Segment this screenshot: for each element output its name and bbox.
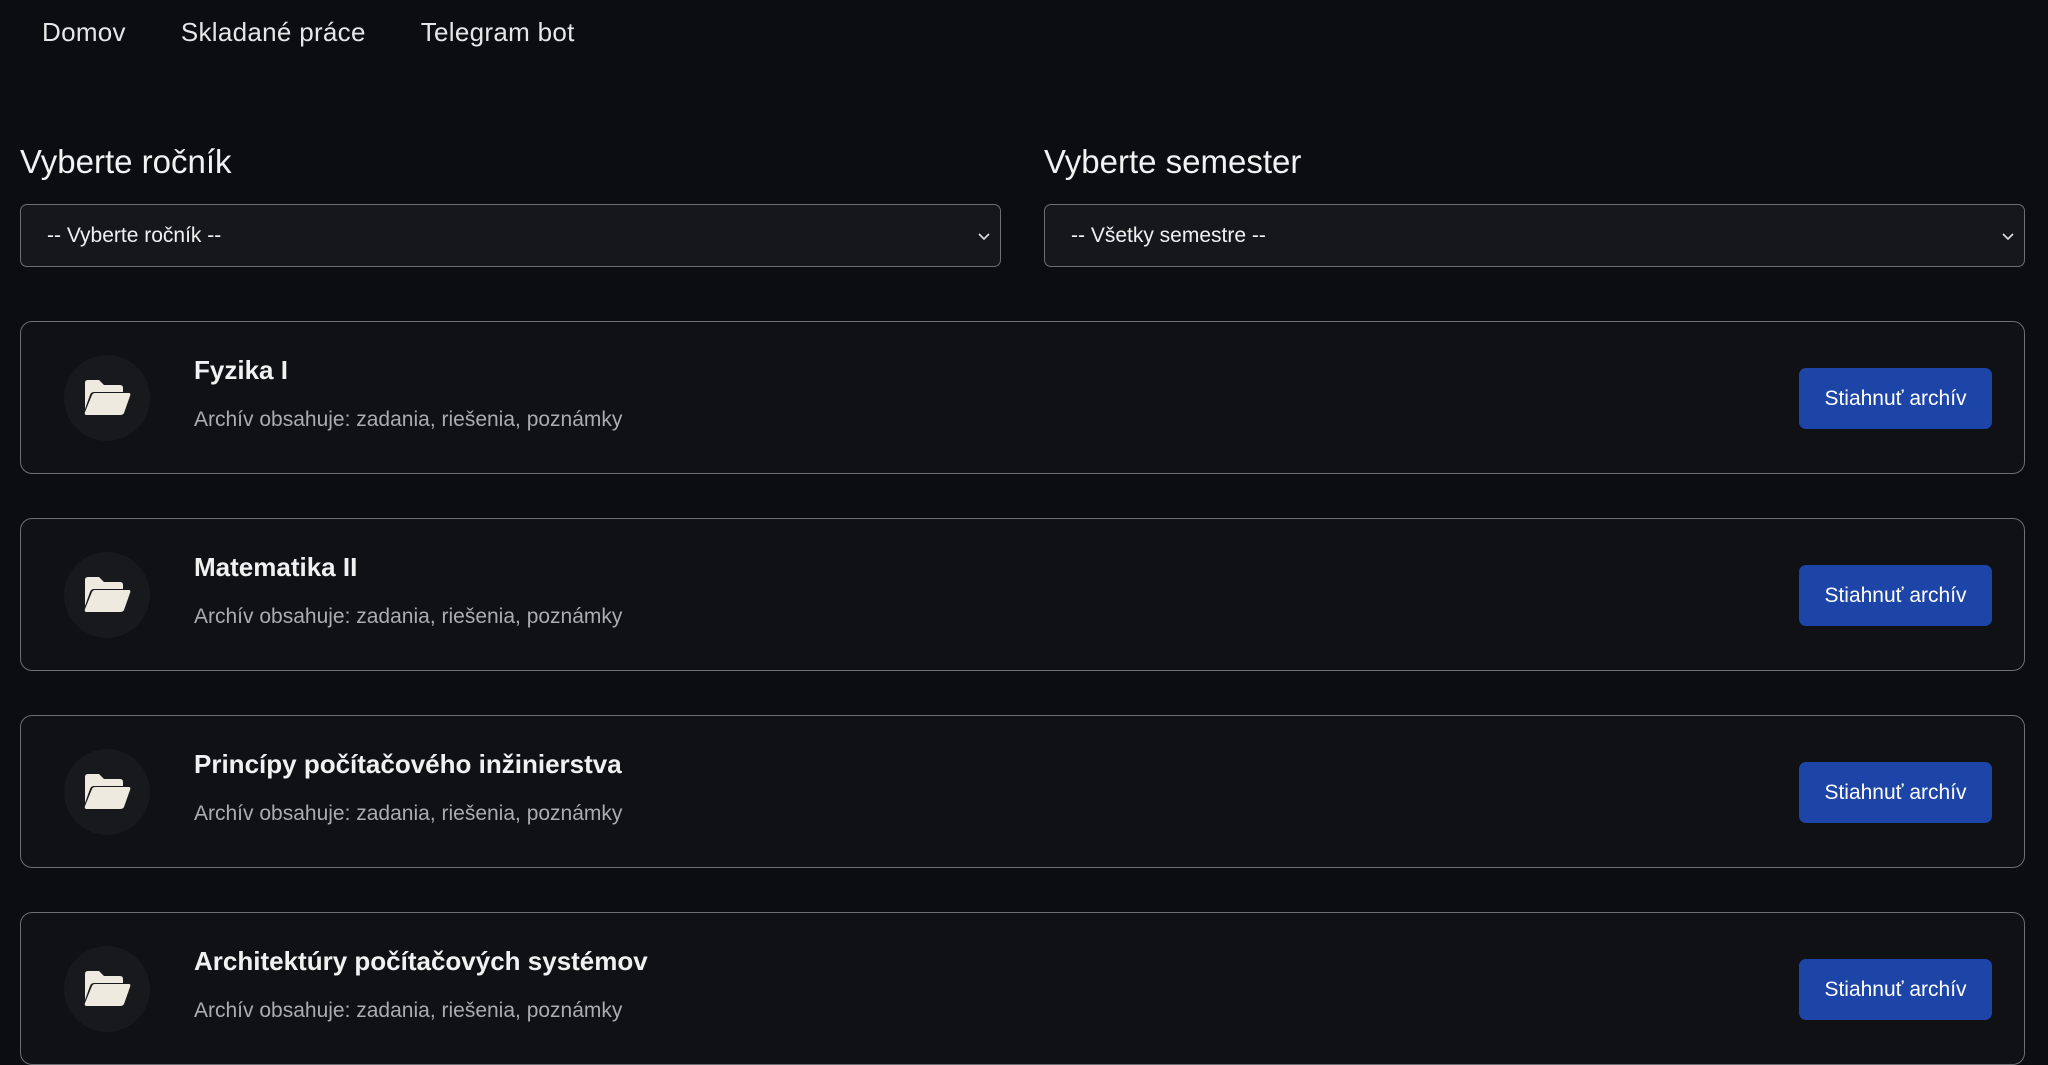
archive-list: Fyzika I Archív obsahuje: zadania, rieše… (20, 321, 2025, 1065)
semester-filter-label: Vyberte semester (1044, 143, 1302, 180)
archive-card: Architektúry počítačových systémov Archí… (20, 912, 2025, 1065)
download-archive-button[interactable]: Stiahnuť archív (1799, 762, 1992, 823)
year-filter: Vyberte ročník -- Vyberte ročník -- (20, 140, 1001, 267)
nav-link-telegram-bot[interactable]: Telegram bot (421, 17, 575, 48)
filters-section: Vyberte ročník -- Vyberte ročník -- Vybe… (20, 140, 2025, 267)
folder-open-icon (64, 749, 150, 835)
nav-link-home[interactable]: Domov (42, 17, 126, 48)
folder-open-icon (64, 552, 150, 638)
archive-card: Matematika II Archív obsahuje: zadania, … (20, 518, 2025, 671)
archive-description: Archív obsahuje: zadania, riešenia, pozn… (194, 999, 623, 1022)
semester-filter: Vyberte semester -- Všetky semestre -- (1044, 140, 2025, 267)
chevron-down-icon (2002, 232, 2014, 240)
archive-card: Fyzika I Archív obsahuje: zadania, rieše… (20, 321, 2025, 474)
download-archive-button[interactable]: Stiahnuť archív (1799, 959, 1992, 1020)
chevron-down-icon (978, 232, 990, 240)
archive-title: Architektúry počítačových systémov (194, 946, 648, 976)
archive-description: Archív obsahuje: zadania, riešenia, pozn… (194, 802, 623, 825)
archive-card: Princípy počítačového inžinierstva Archí… (20, 715, 2025, 868)
top-navigation: Domov Skladané práce Telegram bot (0, 0, 2048, 68)
year-select-value: -- Vyberte ročník -- (47, 223, 222, 247)
folder-open-icon (64, 355, 150, 441)
archive-description: Archív obsahuje: zadania, riešenia, pozn… (194, 408, 623, 431)
folder-open-icon (64, 946, 150, 1032)
archive-description: Archív obsahuje: zadania, riešenia, pozn… (194, 605, 623, 628)
download-archive-button[interactable]: Stiahnuť archív (1799, 565, 1992, 626)
semester-select-value: -- Všetky semestre -- (1071, 223, 1266, 247)
semester-select[interactable]: -- Všetky semestre -- (1044, 204, 2025, 267)
nav-link-assembled-works[interactable]: Skladané práce (181, 17, 366, 48)
archive-title: Fyzika I (194, 355, 288, 385)
year-filter-label: Vyberte ročník (20, 143, 232, 180)
download-archive-button[interactable]: Stiahnuť archív (1799, 368, 1992, 429)
archive-title: Princípy počítačového inžinierstva (194, 749, 622, 779)
archive-title: Matematika II (194, 552, 358, 582)
year-select[interactable]: -- Vyberte ročník -- (20, 204, 1001, 267)
